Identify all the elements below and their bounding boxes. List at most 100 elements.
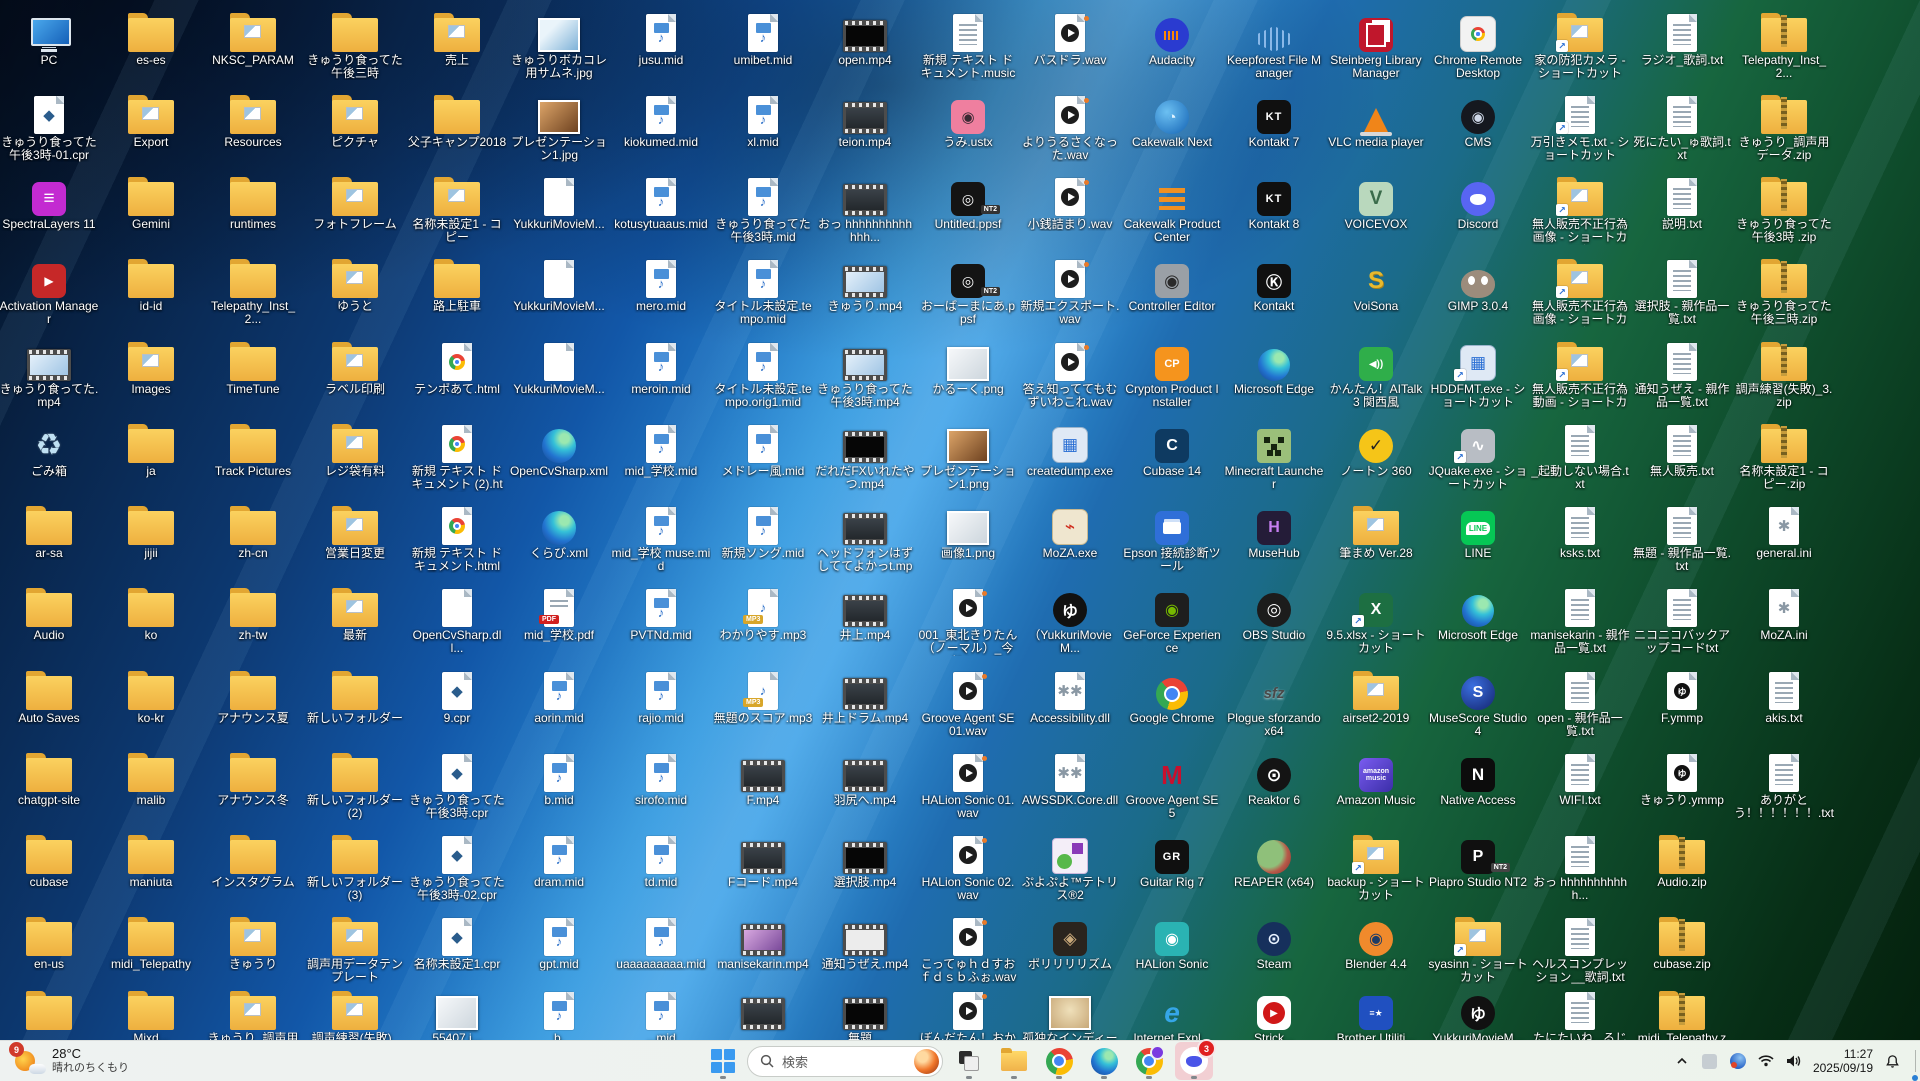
desktop-icon[interactable]: ゆきゅうり.ymmp xyxy=(1632,748,1732,807)
desktop-icon[interactable]: きゅうり食ってた.mp4 xyxy=(0,337,99,409)
desktop-icon[interactable]: ぷよぷよ™テトリス®2 xyxy=(1020,830,1120,902)
desktop-icon[interactable]: ♪aorin.mid xyxy=(509,666,609,725)
desktop-icon[interactable]: 通知うぜえ - 親作品一覧.txt xyxy=(1632,337,1732,409)
desktop-icon[interactable]: ヘルスコンプレッション__歌詞.txt xyxy=(1530,912,1630,984)
desktop-icon[interactable]: テンポあて.html xyxy=(407,337,507,396)
taskbar-app-discord[interactable]: 3 xyxy=(1175,1042,1213,1080)
desktop-icon[interactable]: 筆まめ Ver.28 xyxy=(1326,501,1426,560)
desktop-icon[interactable]: 説明.txt xyxy=(1632,172,1732,231)
desktop-icon[interactable]: SMuseScore Studio 4 xyxy=(1428,666,1528,738)
desktop-icon[interactable]: WIFI.txt xyxy=(1530,748,1630,807)
tray-sphere-icon[interactable] xyxy=(1729,1049,1747,1073)
desktop-icon[interactable]: ♪gpt.mid xyxy=(509,912,609,971)
desktop-icon[interactable]: 死にたい_ゅ歌詞.txt xyxy=(1632,90,1732,162)
desktop-icon[interactable]: ◆きゅうり食ってた午後3時-01.cpr xyxy=(0,90,99,162)
desktop-icon[interactable]: ♪jusu.mid xyxy=(611,8,711,67)
desktop-icon[interactable]: akis.txt xyxy=(1734,666,1834,725)
desktop-icon[interactable]: ↗無人販売不正行為画像 - ショートカット xyxy=(1530,254,1630,327)
desktop-icon[interactable]: Chrome Remote Desktop xyxy=(1428,8,1528,80)
desktop-icon[interactable]: ♪MP3無題のスコア.mp3 xyxy=(713,666,813,725)
desktop-icon[interactable]: ゆF.ymmp xyxy=(1632,666,1732,725)
desktop-icon[interactable]: ✱MoZA.ini xyxy=(1734,583,1834,642)
desktop-icon[interactable]: airset2-2019 xyxy=(1326,666,1426,725)
desktop-icon[interactable]: ♪meroin.mid xyxy=(611,337,711,396)
desktop-icon[interactable]: インスタグラム xyxy=(203,830,303,889)
desktop-icon[interactable]: ◉うみ.ustx xyxy=(918,90,1018,149)
desktop-icon[interactable]: ✓ノートン 360 xyxy=(1326,419,1426,478)
taskbar-clock[interactable]: 11:27 2025/09/19 xyxy=(1813,1047,1873,1075)
desktop-icon[interactable]: 調声用データテンプレート xyxy=(305,912,405,984)
desktop-icon[interactable]: KTKontakt 8 xyxy=(1224,172,1324,231)
desktop-icon[interactable]: ◈ポリリリリズム xyxy=(1020,912,1120,971)
desktop-icon[interactable]: NNative Access xyxy=(1428,748,1528,807)
desktop-icon[interactable]: アナウンス夏 xyxy=(203,666,303,725)
desktop-icon[interactable]: ♪mid_学校 muse.mid xyxy=(611,501,711,573)
desktop-icon[interactable]: Gemini xyxy=(101,172,201,231)
desktop-icon[interactable]: ♪dram.mid xyxy=(509,830,609,889)
desktop-icon[interactable]: YukkuriMovieM... xyxy=(509,337,609,396)
start-button[interactable] xyxy=(706,1042,740,1080)
desktop-icon[interactable]: 無題 - 親作品一覧.txt xyxy=(1632,501,1732,573)
desktop-icon[interactable]: ◆名称未設定1.cpr xyxy=(407,912,507,971)
desktop-icon[interactable]: ja xyxy=(101,419,201,478)
desktop-icon[interactable]: 調声練習(失敗)_3.zip xyxy=(1734,337,1834,409)
desktop-icon[interactable]: 無題... xyxy=(815,986,915,1045)
desktop-icon[interactable]: 営業日変更 xyxy=(305,501,405,560)
desktop-icon[interactable]: amazonmusicAmazon Music xyxy=(1326,748,1426,807)
desktop-icon[interactable]: アナウンス冬 xyxy=(203,748,303,807)
desktop-icon[interactable]: ↗backup - ショートカット xyxy=(1326,830,1426,902)
desktop-icon[interactable]: ✱✱AWSSDK.Core.dll xyxy=(1020,748,1120,807)
taskbar-app-task-view[interactable] xyxy=(950,1042,988,1080)
desktop-icon[interactable]: Track Pictures xyxy=(203,419,303,478)
desktop-icon[interactable]: Epson 接続診断ツール xyxy=(1122,501,1222,573)
desktop-icon[interactable]: きゅうり食ってた午後三時.zip xyxy=(1734,254,1834,326)
desktop-icon[interactable]: ゆYukkuriMovieM... xyxy=(1428,986,1528,1045)
desktop-icon[interactable]: おっ hhhhhhhhhhhhh... xyxy=(815,172,915,244)
desktop-icon[interactable]: ◎OBS Studio xyxy=(1224,583,1324,642)
desktop-icon[interactable]: Export xyxy=(101,90,201,149)
desktop-icon[interactable]: ♪b. xyxy=(509,986,609,1045)
desktop-icon[interactable]: Google Chrome xyxy=(1122,666,1222,725)
desktop-icon[interactable]: Images xyxy=(101,337,201,396)
desktop-icon[interactable]: ∿↗JQuake.exe - ショートカット xyxy=(1428,419,1528,491)
desktop-icon[interactable]: malib xyxy=(101,748,201,807)
desktop-icon[interactable]: ♪mero.mid xyxy=(611,254,711,313)
desktop-icon[interactable]: Mixd... xyxy=(101,986,201,1045)
desktop-icon[interactable]: ♪kotusytuaaus.mid xyxy=(611,172,711,231)
desktop-icon[interactable]: ≡★Brother Utiliti... xyxy=(1326,986,1426,1045)
desktop-icon[interactable]: REAPER (x64) xyxy=(1224,830,1324,889)
taskbar-app-file-explorer[interactable] xyxy=(995,1042,1033,1080)
desktop-icon[interactable]: プレゼンテーション1.png xyxy=(918,419,1018,491)
desktop-icon[interactable]: YukkuriMovieM... xyxy=(509,254,609,313)
hidden-icons-chevron-icon[interactable] xyxy=(1673,1049,1691,1073)
desktop-icon[interactable]: TimeTune xyxy=(203,337,303,396)
desktop-icon[interactable]: ◀))かんたん！AITalk 3 関西風 xyxy=(1326,337,1426,409)
desktop-icon[interactable]: ≡SpectraLayers 11 xyxy=(0,172,99,231)
desktop-icon[interactable]: くらび.xml xyxy=(509,501,609,560)
desktop-icon[interactable]: ▶Strick... xyxy=(1224,986,1324,1045)
desktop-icon[interactable]: Microsoft Edge xyxy=(1428,583,1528,642)
desktop-icon[interactable]: ピクチャ xyxy=(305,90,405,149)
desktop-icon[interactable]: きゅうりボカコレ用サムネ.jpg xyxy=(509,8,609,80)
desktop-icon[interactable]: 新しいフォルダー xyxy=(305,666,405,725)
desktop-icon[interactable]: HMuseHub xyxy=(1224,501,1324,560)
desktop-icon[interactable]: 画像1.png xyxy=(918,501,1018,560)
desktop-icon[interactable]: 名称未設定1 - コピー.zip xyxy=(1734,419,1834,491)
desktop-icon[interactable]: ◉Controller Editor xyxy=(1122,254,1222,313)
desktop-icon[interactable]: Cakewalk Product Center xyxy=(1122,172,1222,244)
desktop-icon[interactable]: Auto Saves xyxy=(0,666,99,725)
desktop-icon[interactable]: open.mp4 xyxy=(815,8,915,67)
desktop-icon[interactable]: jijii xyxy=(101,501,201,560)
desktop-icon[interactable]: maniuta xyxy=(101,830,201,889)
desktop-icon[interactable]: ♪MP3わかりやす.mp3 xyxy=(713,583,813,642)
volume-icon[interactable] xyxy=(1785,1049,1803,1073)
desktop-icon[interactable]: 井上.mp4 xyxy=(815,583,915,642)
desktop-icon[interactable]: ♻ごみ箱 xyxy=(0,419,99,478)
desktop-icon[interactable]: きゅうり.mp4 xyxy=(815,254,915,313)
desktop-icon[interactable]: ♪メドレー風.mid xyxy=(713,419,813,478)
desktop-icon[interactable]: SVoiSona xyxy=(1326,254,1426,313)
desktop-icon[interactable]: Audio.zip xyxy=(1632,830,1732,889)
tray-app-icon[interactable] xyxy=(1701,1049,1719,1073)
desktop-icon[interactable]: zh-tw xyxy=(203,583,303,642)
desktop-icon[interactable]: sfzPlogue sforzando x64 xyxy=(1224,666,1324,738)
